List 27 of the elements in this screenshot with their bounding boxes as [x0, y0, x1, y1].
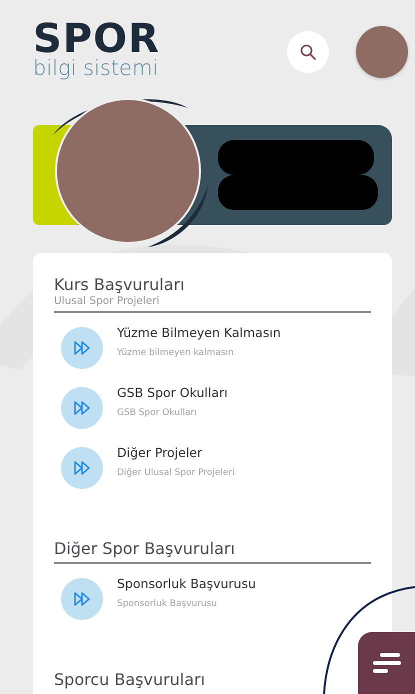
search-button[interactable]	[287, 31, 329, 73]
section-title: Kurs Başvuruları	[54, 275, 186, 295]
fast-forward-icon	[74, 341, 90, 355]
fast-forward-icon	[74, 461, 90, 475]
play-button[interactable]	[61, 327, 103, 369]
fast-forward-icon	[74, 592, 90, 606]
user-avatar[interactable]	[356, 26, 408, 78]
logo-subtitle: bilgi sistemi	[33, 56, 160, 80]
item-title[interactable]: GSB Spor Okulları	[117, 385, 228, 401]
item-subtitle: Diğer Ulusal Spor Projeleri	[117, 467, 235, 479]
item-subtitle: GSB Spor Okulları	[117, 407, 198, 419]
play-button[interactable]	[61, 578, 103, 620]
item-title[interactable]: Sponsorluk Başvurusu	[117, 576, 256, 592]
play-button[interactable]	[61, 447, 103, 489]
menu-icon	[372, 652, 402, 674]
logo: SPOR	[33, 22, 161, 56]
item-title[interactable]: Yüzme Bilmeyen Kalmasın	[117, 325, 281, 341]
play-button[interactable]	[61, 387, 103, 429]
section-title: Sporcu Başvuruları	[54, 670, 206, 690]
item-title[interactable]: Diğer Projeler	[117, 445, 235, 461]
section-subtitle: Ulusal Spor Projeleri	[54, 295, 160, 308]
search-icon	[300, 44, 316, 60]
fast-forward-icon	[74, 401, 90, 415]
item-subtitle: Sponsorluk Başvurusu	[117, 598, 218, 610]
menu-button[interactable]	[358, 632, 415, 694]
item-subtitle: Yüzme bilmeyen kalmasın	[117, 347, 235, 359]
section-title: Diğer Spor Başvuruları	[54, 539, 236, 559]
